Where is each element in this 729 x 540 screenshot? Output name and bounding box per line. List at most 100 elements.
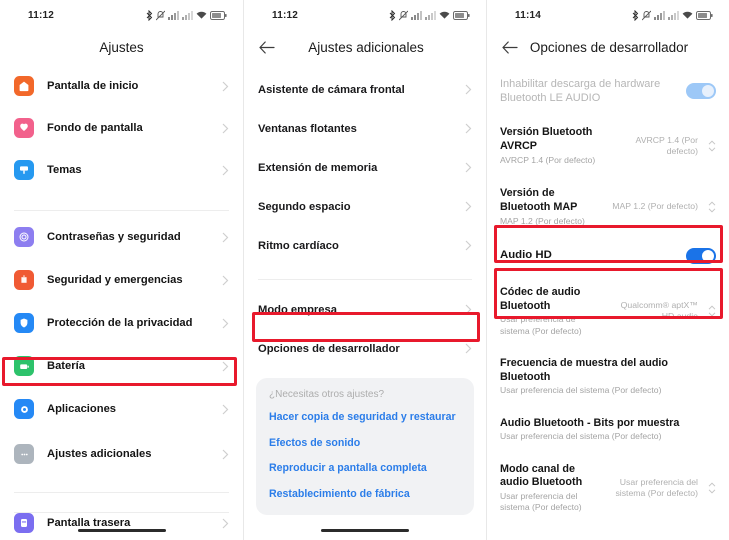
chevron-right-icon — [222, 275, 229, 286]
dev-row-subtitle: Usar preferencia de sistema (Por defecto… — [500, 314, 582, 336]
spinner-arrows-icon[interactable] — [708, 304, 716, 318]
dev-row-title: Versión de Bluetooth MAP — [500, 186, 578, 213]
status-bar-3: 11:14 — [487, 0, 729, 30]
list-item-segundo-espacio[interactable]: Segundo espacio — [244, 187, 486, 226]
dev-row-title: Audio HD — [500, 249, 552, 262]
sidebar-item-seguridad-y-emergencias[interactable]: Seguridad y emergencias — [0, 262, 243, 298]
dev-row-audio-bluetooth-bits[interactable]: Audio Bluetooth - Bits por muestra Usar … — [487, 406, 729, 452]
dev-row-inhabilitar-descarga-hardware[interactable]: Inhabilitar descarga de hardware Bluetoo… — [487, 68, 729, 114]
chevron-right-icon — [222, 361, 229, 372]
status-clock: 11:14 — [515, 9, 542, 21]
sidebar-item-bateria[interactable]: Batería — [0, 348, 243, 384]
dev-row-version-bluetooth-avrcp[interactable]: Versión Bluetooth AVRCP AVRCP 1.4 (Por d… — [487, 114, 729, 175]
link-hacer-copia-de-seguridad[interactable]: Hacer copia de seguridad y restaurar — [269, 411, 461, 424]
sidebar-item-label: Fondo de pantalla — [47, 122, 143, 134]
dev-row-subtitle: Usar preferencia del sistema (Por defect… — [500, 385, 662, 396]
sidebar-item-label: Pantalla trasera — [47, 517, 131, 529]
toggle-audio-hd[interactable] — [686, 247, 716, 264]
link-reproducir-pantalla-completa[interactable]: Reproducir a pantalla completa — [269, 462, 461, 475]
battery-icon — [696, 10, 713, 20]
settings-list-group-3: Pantalla trasera Bienestar digital y con… — [0, 505, 243, 540]
list-item-asistente-camara-frontal[interactable]: Asistente de cámara frontal — [244, 70, 486, 109]
status-icons — [389, 9, 470, 21]
panel-ajustes-adicionales: 11:12 Ajustes adicionales Asistente de c… — [243, 0, 486, 540]
chevron-right-icon — [222, 123, 229, 134]
list-item-ritmo-cardiaco[interactable]: Ritmo cardíaco — [244, 226, 486, 265]
back-arrow-icon[interactable] — [258, 38, 276, 56]
sidebar-item-contrasenas-y-seguridad[interactable]: Contraseñas y seguridad — [0, 219, 243, 255]
spinner-arrows-icon[interactable] — [708, 481, 716, 495]
dev-row-subtitle: MAP 1.2 (Por defecto) — [500, 215, 585, 226]
status-icons — [632, 9, 713, 21]
status-bar-1: 11:12 — [0, 0, 243, 30]
sidebar-item-aplicaciones[interactable]: Aplicaciones — [0, 391, 243, 427]
signal-1-icon — [654, 10, 665, 20]
list-item-extension-de-memoria[interactable]: Extensión de memoria — [244, 148, 486, 187]
sidebar-item-pantalla-trasera[interactable]: Pantalla trasera — [0, 505, 243, 540]
panel-ajustes: 11:12 Ajustes Pantalla de inicio Fondo d… — [0, 0, 243, 540]
signal-1-icon — [411, 10, 422, 20]
bluetooth-icon — [632, 9, 639, 21]
dev-row-title: Frecuencia de muestra del audio Bluetoot… — [500, 356, 669, 383]
more-dots-icon — [14, 444, 34, 464]
dev-row-value: Qualcomm® aptX™ HD audio — [620, 299, 698, 322]
spinner-arrows-icon[interactable] — [708, 139, 716, 153]
bottom-divider — [14, 512, 229, 513]
panel-opciones-de-desarrollador: 11:14 Opciones de desarrollador Inhabili… — [486, 0, 729, 540]
status-clock: 11:12 — [28, 9, 55, 21]
sidebar-item-pantalla-de-inicio[interactable]: Pantalla de inicio — [0, 68, 243, 104]
list-item-label: Asistente de cámara frontal — [258, 83, 405, 96]
list-item-label: Ritmo cardíaco — [258, 239, 339, 252]
divider — [14, 210, 229, 211]
dev-row-version-bluetooth-map[interactable]: Versión de Bluetooth MAP MAP 1.2 (Por de… — [487, 175, 729, 236]
shield-privacy-icon — [14, 313, 34, 333]
status-bar-2: 11:12 — [244, 0, 486, 30]
divider — [14, 492, 229, 493]
sidebar-item-temas[interactable]: Temas — [0, 152, 243, 188]
chevron-right-icon — [222, 318, 229, 329]
page-title: Ajustes — [99, 39, 144, 55]
chevron-right-icon — [222, 165, 229, 176]
toggle-inhabilitar-descarga-hardware[interactable] — [686, 83, 716, 100]
sidebar-item-fondo-de-pantalla[interactable]: Fondo de pantalla — [0, 110, 243, 146]
sidebar-item-proteccion-de-la-privacidad[interactable]: Protección de la privacidad — [0, 305, 243, 341]
apps-gear-icon — [14, 399, 34, 419]
sidebar-item-label: Protección de la privacidad — [47, 317, 193, 329]
dev-row-title: Modo canal de audio Bluetooth — [500, 462, 583, 489]
battery-icon — [14, 356, 34, 376]
dev-row-codec-audio-bluetooth[interactable]: Códec de audio Bluetooth Usar preferenci… — [487, 276, 729, 346]
dev-row-modo-canal-audio[interactable]: Modo canal de audio Bluetooth Usar prefe… — [487, 452, 729, 523]
settings-list-group-1: Pantalla de inicio Fondo de pantalla Tem… — [0, 68, 243, 188]
chevron-right-icon — [465, 343, 472, 354]
dev-row-texts: Audio HD — [500, 248, 678, 263]
dev-row-texts: Códec de audio Bluetooth Usar preferenci… — [500, 286, 604, 337]
page-title: Ajustes adicionales — [308, 39, 424, 55]
chevron-right-icon — [465, 201, 472, 212]
sidebar-item-label: Seguridad y emergencias — [47, 274, 183, 286]
list-item-ventanas-flotantes[interactable]: Ventanas flotantes — [244, 109, 486, 148]
sidebar-item-ajustes-adicionales[interactable]: Ajustes adicionales — [0, 436, 243, 472]
list-item-label: Modo empresa — [258, 303, 337, 316]
back-arrow-icon[interactable] — [501, 38, 519, 56]
list-item-opciones-de-desarrollador[interactable]: Opciones de desarrollador — [244, 329, 486, 368]
dev-row-audio-hd[interactable]: Audio HD — [487, 236, 729, 276]
chevron-right-icon — [465, 304, 472, 315]
themes-icon — [14, 160, 34, 180]
spinner-arrows-icon[interactable] — [708, 200, 716, 214]
chevron-right-icon — [222, 232, 229, 243]
list-item-modo-empresa[interactable]: Modo empresa — [244, 290, 486, 329]
sidebar-item-label: Batería — [47, 360, 85, 372]
bluetooth-icon — [146, 9, 153, 21]
dev-row-frecuencia-muestra-audio[interactable]: Frecuencia de muestra del audio Bluetoot… — [487, 346, 729, 406]
home-icon — [14, 76, 34, 96]
link-restablecimiento-de-fabrica[interactable]: Restablecimiento de fábrica — [269, 488, 461, 501]
dev-row-title: Inhabilitar descarga de hardware Bluetoo… — [500, 78, 661, 105]
link-efectos-de-sonido[interactable]: Efectos de sonido — [269, 437, 461, 450]
list-item-label: Opciones de desarrollador — [258, 342, 400, 355]
three-phone-screenshots: 11:12 Ajustes Pantalla de inicio Fondo d… — [0, 0, 729, 540]
sidebar-item-label: Ajustes adicionales — [47, 448, 152, 460]
dev-row-value: MAP 1.2 (Por defecto) — [612, 201, 698, 212]
sidebar-item-label: Pantalla de inicio — [47, 80, 139, 92]
developer-options-list: Inhabilitar descarga de hardware Bluetoo… — [487, 68, 729, 522]
titlebar-opciones-desarrollador: Opciones de desarrollador — [487, 30, 729, 64]
